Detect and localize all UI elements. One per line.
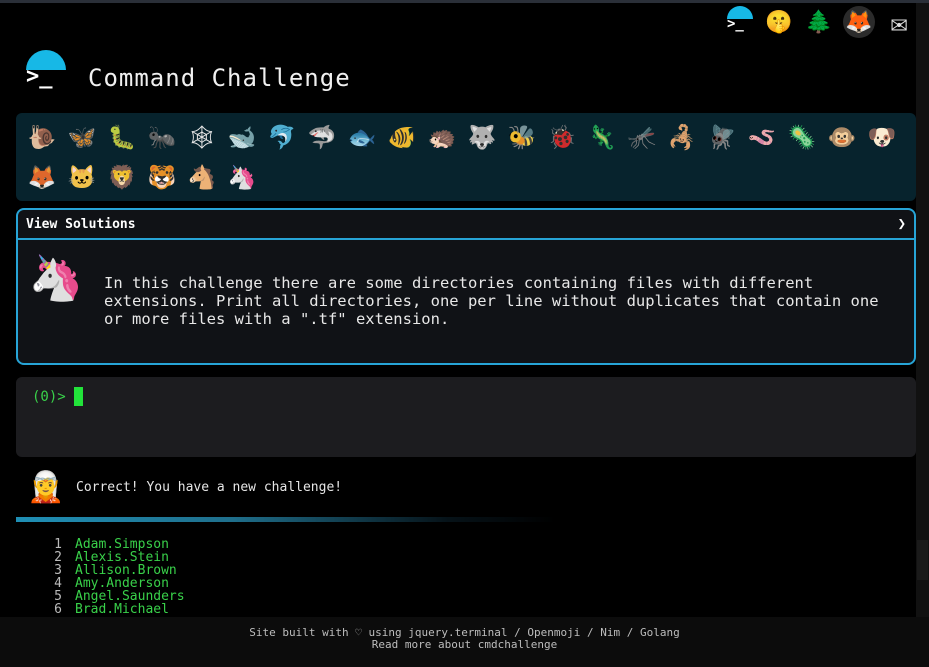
site-footer: Site built with ♡ using jquery.terminal … — [0, 617, 929, 667]
dog-icon[interactable]: 🐶 — [862, 117, 902, 157]
challenge-box: View Solutions ❯ 🦄 In this challenge the… — [16, 208, 916, 365]
scrollbar-track[interactable] — [916, 3, 929, 617]
unicorn-icon[interactable]: 🦄 — [222, 157, 262, 197]
mosquito-icon[interactable]: 🦟 — [622, 117, 662, 157]
chevron-right-icon: ❯ — [897, 216, 906, 232]
microbe-icon[interactable]: 🦠 — [782, 117, 822, 157]
terminal-icon-prompt: >_ — [727, 16, 744, 32]
ant-icon[interactable]: 🐜 — [142, 117, 182, 157]
shark-icon[interactable]: 🦈 — [302, 117, 342, 157]
scrollbar-thumb[interactable] — [917, 540, 928, 580]
mail-icon[interactable]: ✉ — [883, 6, 915, 39]
shushing-face-icon[interactable]: 🤫 — [763, 6, 795, 38]
tree-icon[interactable]: 🌲 — [803, 6, 835, 38]
fish-icon[interactable]: 🐟 — [342, 117, 382, 157]
horse-icon[interactable]: 🐴 — [182, 157, 222, 197]
command-output: 1 Adam.Simpson 2 Alexis.Stein 3 Allison.Bro… — [48, 538, 185, 616]
site-logo[interactable]: >_ — [24, 50, 68, 94]
dolphin-icon[interactable]: 🐬 — [262, 117, 302, 157]
hedgehog-icon[interactable]: 🦔 — [422, 117, 462, 157]
view-solutions-label: View Solutions — [26, 216, 136, 232]
top-nav: >_ 🤫 🌲 🦊 ✉ — [725, 6, 915, 39]
scorpion-icon[interactable]: 🦂 — [662, 117, 702, 157]
animal-grid: 🐌 🦋 🐛 🐜 🕸 🐋 🐬 🦈 🐟 🐠 🦔 🐺 🐝 🐞 🦎 🦟 🦂 🪰 🪱 🦠 🐵 🐶 🦊 🐱 🦁 🐯 🐴 🦄 — [22, 117, 902, 197]
gitlab-icon[interactable]: 🦊 — [843, 6, 875, 38]
caterpillar-icon[interactable]: 🐛 — [102, 117, 142, 157]
butterfly-icon[interactable]: 🦋 — [62, 117, 102, 157]
ladybug-icon[interactable]: 🐞 — [542, 117, 582, 157]
whale-icon[interactable]: 🐋 — [222, 117, 262, 157]
lizard-icon[interactable]: 🦎 — [582, 117, 622, 157]
challenge-description: In this challenge there are some directo… — [104, 274, 879, 328]
cat-icon[interactable]: 🐱 — [62, 157, 102, 197]
unicorn-avatar-icon: 🦄 — [28, 253, 84, 304]
read-more-link[interactable]: Read more about cmdchallenge — [0, 639, 929, 651]
snail-icon[interactable]: 🐌 — [22, 117, 62, 157]
logo-prompt: >_ — [26, 64, 53, 89]
terminal-icon[interactable]: >_ — [725, 6, 755, 36]
output-row: 6 Brad.Michael — [48, 603, 185, 616]
tiger-icon[interactable]: 🐯 — [142, 157, 182, 197]
terminal-cursor — [74, 387, 83, 406]
worm-icon[interactable]: 🪱 — [742, 117, 782, 157]
fox-icon[interactable]: 🦊 — [22, 157, 62, 197]
spider-web-icon[interactable]: 🕸 — [182, 117, 222, 157]
terminal-input-area[interactable]: (0)> — [16, 377, 916, 457]
terminal-prompt: (0)> — [32, 389, 66, 405]
wolf-icon[interactable]: 🐺 — [462, 117, 502, 157]
line-number: 6 — [54, 602, 62, 617]
bee-icon[interactable]: 🐝 — [502, 117, 542, 157]
view-solutions-toggle[interactable]: View Solutions ❯ — [18, 210, 914, 240]
elf-avatar-icon: 🧝 — [27, 469, 65, 505]
fly-icon[interactable]: 🪰 — [702, 117, 742, 157]
feedback-message: Correct! You have a new challenge! — [76, 480, 343, 495]
output-line: Brad.Michael — [75, 602, 169, 617]
feedback-divider — [16, 517, 556, 522]
challenge-progress-panel: 🐌 🦋 🐛 🐜 🕸 🐋 🐬 🦈 🐟 🐠 🦔 🐺 🐝 🐞 🦎 🦟 🦂 🪰 🪱 🦠 🐵 🐶 🦊 🐱 🦁 🐯 🐴 🦄 — [16, 113, 916, 201]
tropical-fish-icon[interactable]: 🐠 — [382, 117, 422, 157]
page-title: Command Challenge — [88, 64, 351, 92]
top-border — [0, 0, 929, 3]
monkey-icon[interactable]: 🐵 — [822, 117, 862, 157]
lion-icon[interactable]: 🦁 — [102, 157, 142, 197]
